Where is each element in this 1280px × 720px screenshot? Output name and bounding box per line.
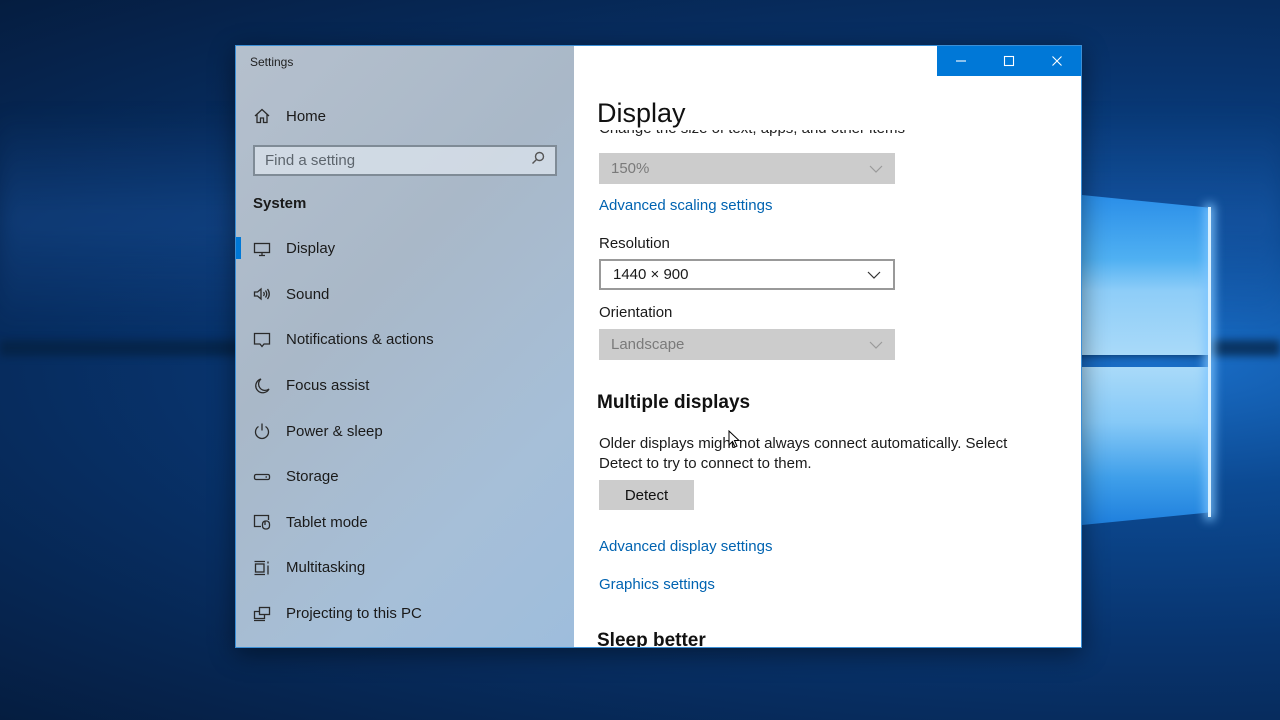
advanced-scaling-settings-link[interactable]: Advanced scaling settings (599, 197, 772, 214)
section-title-system: System (253, 195, 307, 212)
sidebar-nav-list: Display Sound Notifications & actions Fo… (236, 226, 574, 636)
search-icon[interactable] (531, 151, 545, 170)
sidebar-item-home[interactable]: Home (236, 102, 574, 130)
minimize-button[interactable] (937, 46, 985, 76)
sidebar-item-notifications[interactable]: Notifications & actions (236, 317, 574, 363)
projecting-icon (236, 605, 286, 623)
logo-light-edge (1208, 207, 1211, 517)
sidebar-item-label: Sound (286, 285, 330, 303)
chevron-down-icon (869, 160, 883, 177)
tablet-mode-icon (236, 513, 286, 531)
graphics-settings-link[interactable]: Graphics settings (599, 576, 715, 593)
search-input[interactable] (265, 152, 531, 169)
scale-label-text: Change the size of text, apps, and other… (599, 130, 905, 136)
sleep-better-heading: Sleep better (597, 630, 706, 647)
close-button[interactable] (1033, 46, 1081, 76)
chevron-down-icon (869, 336, 883, 353)
scale-dropdown[interactable]: 150% (599, 153, 895, 184)
maximize-button[interactable] (985, 46, 1033, 76)
sidebar-item-label: Notifications & actions (286, 331, 434, 349)
resolution-label: Resolution (599, 235, 670, 252)
sidebar-item-label: Display (286, 240, 336, 258)
maximize-icon (1003, 55, 1015, 67)
speaker-icon (236, 285, 286, 303)
monitor-icon (236, 240, 286, 258)
windows-logo-icon (1082, 195, 1211, 525)
sidebar-item-label: Multitasking (286, 559, 366, 577)
sidebar-item-label: Projecting to this PC (286, 605, 422, 623)
orientation-dropdown[interactable]: Landscape (599, 329, 895, 360)
notification-icon (236, 331, 286, 349)
sidebar-item-power-sleep[interactable]: Power & sleep (236, 408, 574, 454)
page-title: Display (597, 98, 686, 128)
multitasking-icon (236, 559, 286, 577)
settings-window: Settings Home System Display (235, 45, 1082, 648)
mouse-cursor-icon (728, 430, 740, 448)
power-icon (236, 422, 286, 440)
sidebar-item-label: Tablet mode (286, 513, 368, 531)
logo-pane-top (1082, 195, 1210, 355)
sidebar-item-label: Storage (286, 468, 339, 486)
close-icon (1052, 56, 1062, 66)
sidebar-item-multitasking[interactable]: Multitasking (236, 545, 574, 591)
sidebar-item-display[interactable]: Display (236, 226, 574, 272)
sidebar-item-label: Power & sleep (286, 422, 383, 440)
scale-value: 150% (611, 160, 650, 177)
moon-icon (236, 377, 286, 395)
orientation-label: Orientation (599, 304, 673, 321)
logo-pane-bottom (1082, 367, 1210, 525)
sidebar-item-focus-assist[interactable]: Focus assist (236, 363, 574, 409)
sidebar: Settings Home System Display (236, 46, 574, 647)
advanced-display-settings-link[interactable]: Advanced display settings (599, 538, 772, 555)
chevron-down-icon (867, 266, 881, 283)
detect-button[interactable]: Detect (599, 480, 694, 510)
search-box[interactable] (253, 145, 557, 176)
sidebar-item-tablet-mode[interactable]: Tablet mode (236, 500, 574, 546)
resolution-value: 1440 × 900 (613, 266, 689, 283)
app-title: Settings (250, 55, 294, 69)
multiple-displays-heading: Multiple displays (597, 392, 751, 413)
sidebar-item-sound[interactable]: Sound (236, 272, 574, 318)
minimize-icon (956, 60, 966, 62)
orientation-value: Landscape (611, 336, 685, 353)
sidebar-item-projecting[interactable]: Projecting to this PC (236, 591, 574, 637)
home-label: Home (286, 107, 327, 125)
window-controls (937, 46, 1081, 76)
multiple-displays-description: Older displays might not always connect … (599, 435, 1008, 472)
scale-label-clipped: Change the size of text, apps, and other… (599, 130, 905, 141)
sidebar-item-storage[interactable]: Storage (236, 454, 574, 500)
resolution-dropdown[interactable]: 1440 × 900 (599, 259, 895, 290)
sidebar-item-label: Focus assist (286, 377, 370, 395)
content-pane: Display Change the size of text, apps, a… (574, 46, 1081, 647)
storage-drive-icon (236, 468, 286, 486)
home-icon (236, 107, 286, 125)
